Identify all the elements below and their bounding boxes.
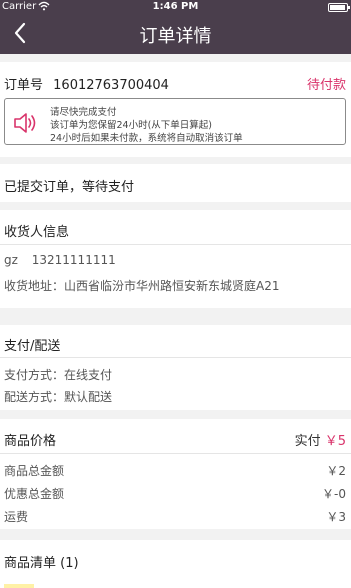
address-label: 收货地址： (4, 279, 65, 293)
payment-notice: 请尽快完成支付 该订单为您保留24小时(从下单日算起) 24小时后如果未付款，系… (4, 98, 346, 145)
battery-icon (328, 3, 350, 12)
delivery-method-row: 配送方式：默认配送 (4, 388, 112, 405)
order-number-row: 订单号 16012763700404 (4, 74, 169, 93)
receiver-address-row: 收货地址：山西省临汾市华州路恒安新东城贤庭A21 (4, 277, 280, 294)
notice-line: 24小时后如果未付款，系统将自动取消该订单 (50, 133, 243, 144)
paid-amount: 实付 ￥5 (295, 430, 346, 449)
price-header: 商品价格 (4, 434, 57, 449)
shipping-fee-value: ￥3 (326, 510, 346, 524)
order-status-badge: 待付款 (306, 78, 346, 93)
page-title: 订单详情 (139, 26, 212, 47)
order-number: 16012763700404 (53, 78, 169, 93)
receiver-phone: 13211111111 (31, 253, 116, 267)
payment-method-row: 支付方式：在线支付 (4, 366, 112, 383)
divider (0, 357, 351, 358)
order-progress-section: 已提交订单，等待支付 (0, 164, 351, 202)
receiver-header: 收货人信息 (4, 225, 70, 240)
order-number-label: 订单号 (4, 78, 44, 93)
notice-line: 该订单为您保留24小时(从下单日算起) (50, 120, 213, 131)
goods-total-label: 商品总金额 (4, 464, 65, 478)
payment-method-label: 支付方式： (4, 368, 65, 382)
speaker-icon (13, 112, 37, 134)
payment-delivery-header: 支付/配送 (4, 339, 61, 354)
discount-total-value: ￥-0 (322, 487, 346, 501)
payment-method-value: 在线支付 (64, 368, 113, 382)
price-section: 商品价格 实付 ￥5 商品总金额 ￥2 优惠总金额 ￥-0 运费 ￥3 (0, 419, 351, 529)
item-thumbnail-peek (4, 584, 34, 588)
delivery-method-value: 默认配送 (64, 390, 113, 404)
shipping-fee-label: 运费 (4, 510, 29, 524)
divider (0, 453, 351, 454)
goods-total-value: ￥2 (326, 464, 346, 478)
goods-list-header[interactable]: 商品清单 (1) (4, 552, 79, 571)
discount-total-label: 优惠总金额 (4, 487, 65, 501)
clock: 1:46 PM (152, 1, 199, 12)
receiver-name: gz (4, 253, 18, 267)
address-value: 山西省临汾市华州路恒安新东城贤庭A21 (64, 279, 280, 293)
paid-value: ￥5 (324, 434, 346, 449)
divider (0, 244, 351, 245)
delivery-method-label: 配送方式： (4, 390, 65, 404)
goods-list-section: 商品清单 (1) (0, 540, 351, 579)
order-progress-text: 已提交订单，等待支付 (4, 180, 135, 195)
receiver-contact: gz 13211111111 (4, 253, 116, 267)
paid-label: 实付 (294, 434, 321, 449)
receiver-section: 收货人信息 gz 13211111111 收货地址：山西省临汾市华州路恒安新东城… (0, 210, 351, 308)
payment-delivery-section: 支付/配送 支付方式：在线支付 配送方式：默认配送 (0, 325, 351, 410)
goods-list-item-peek (0, 579, 351, 588)
status-bar: Carrier 1:46 PM (0, 0, 351, 14)
notice-line: 请尽快完成支付 (50, 107, 117, 118)
nav-bar: 订单详情 (0, 14, 351, 54)
